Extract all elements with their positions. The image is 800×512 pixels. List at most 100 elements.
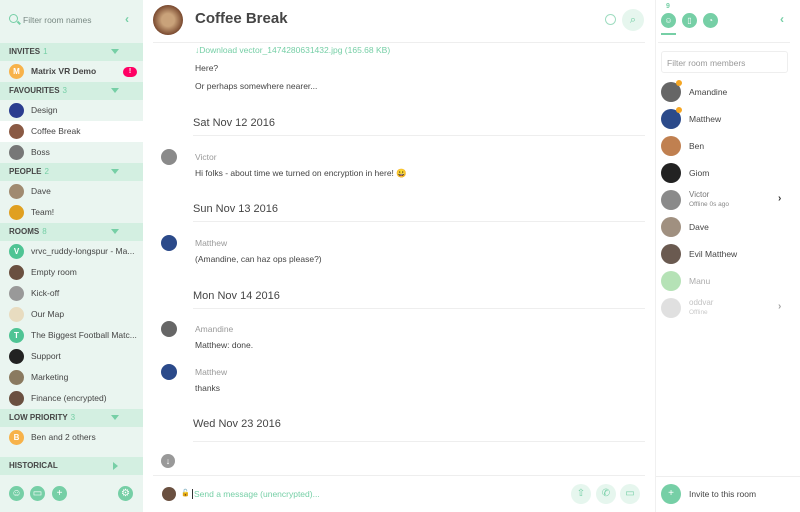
room-item[interactable]: Kick-off bbox=[0, 283, 143, 304]
sender-name[interactable]: Amandine bbox=[195, 324, 233, 334]
member-name: Evil Matthew bbox=[689, 249, 738, 259]
member-item[interactable]: Matthew bbox=[656, 106, 800, 133]
section-header-rooms[interactable]: ROOMS 8 bbox=[0, 223, 143, 241]
room-name: Our Map bbox=[31, 309, 65, 319]
room-item[interactable]: Our Map bbox=[0, 304, 143, 325]
room-item[interactable]: M Matrix VR Demo! bbox=[0, 61, 143, 82]
member-status: Offline 0s ago bbox=[689, 201, 729, 208]
member-name: oddvar bbox=[689, 298, 714, 307]
section-header-favourites[interactable]: FAVOURITES 3 bbox=[0, 82, 143, 100]
sender-avatar[interactable] bbox=[161, 235, 177, 251]
member-item[interactable]: Victor Offline 0s ago › bbox=[656, 187, 800, 214]
unencrypted-lock-icon: 🔓 bbox=[181, 490, 190, 497]
room-settings-icon[interactable] bbox=[605, 14, 616, 25]
collapse-left-icon[interactable]: ‹ bbox=[125, 12, 129, 26]
room-avatar[interactable] bbox=[153, 5, 183, 35]
member-name: Amandine bbox=[689, 87, 728, 97]
room-name: Boss bbox=[31, 147, 50, 157]
invite-divider bbox=[656, 476, 800, 477]
sender-avatar[interactable] bbox=[161, 321, 177, 337]
member-item[interactable]: oddvar Offline › bbox=[656, 295, 800, 322]
room-avatar bbox=[9, 184, 24, 199]
room-list-panel: Filter room names ‹ INVITES 1 M Matrix VR D… bbox=[0, 0, 143, 512]
sender-avatar[interactable] bbox=[161, 364, 177, 380]
section-header-people[interactable]: PEOPLE 2 bbox=[0, 163, 143, 181]
member-item[interactable]: Amandine bbox=[656, 79, 800, 106]
room-name: Coffee Break bbox=[31, 126, 81, 136]
member-item[interactable]: Ben bbox=[656, 133, 800, 160]
sender-name[interactable]: Victor bbox=[195, 152, 217, 162]
room-name: vrvc_ruddy-longspur - Ma... bbox=[31, 246, 135, 256]
section-count: 2 bbox=[44, 167, 49, 176]
room-avatar: B bbox=[9, 430, 24, 445]
section-title: FAVOURITES bbox=[9, 86, 60, 95]
room-item[interactable]: Boss bbox=[0, 142, 143, 163]
section-header-historical[interactable]: HISTORICAL bbox=[0, 457, 143, 475]
sender-name[interactable]: Matthew bbox=[195, 367, 227, 377]
notifications-tab-icon[interactable]: ◔ bbox=[703, 13, 718, 28]
room-name: Design bbox=[31, 105, 58, 115]
settings-icon[interactable]: ⚙ bbox=[118, 486, 133, 501]
chevron-down-icon[interactable] bbox=[111, 49, 119, 54]
member-avatar bbox=[661, 298, 681, 318]
room-item[interactable]: Empty room bbox=[0, 262, 143, 283]
room-name: Marketing bbox=[31, 372, 69, 382]
search-icon bbox=[9, 14, 18, 23]
member-filter-input[interactable]: Filter room members bbox=[661, 51, 788, 73]
room-item[interactable]: Coffee Break bbox=[0, 121, 143, 142]
member-item[interactable]: Dave bbox=[656, 214, 800, 241]
chevron-down-icon[interactable] bbox=[111, 88, 119, 93]
room-directory-icon[interactable]: ▭ bbox=[30, 486, 45, 501]
room-filter[interactable]: Filter room names ‹ bbox=[0, 8, 143, 34]
chevron-down-icon[interactable] bbox=[111, 229, 119, 234]
member-name: Victor bbox=[689, 190, 710, 199]
sender-name[interactable]: Matthew bbox=[195, 238, 227, 248]
chevron-down-icon[interactable] bbox=[111, 415, 119, 420]
room-avatar bbox=[9, 265, 24, 280]
member-item[interactable]: Giom bbox=[656, 160, 800, 187]
download-link[interactable]: ↓Download vector_1474280631432.jpg (165.… bbox=[195, 45, 390, 55]
room-item[interactable]: Dave bbox=[0, 181, 143, 202]
member-item[interactable]: Evil Matthew bbox=[656, 241, 800, 268]
room-item[interactable]: Team! bbox=[0, 202, 143, 223]
invite-icon[interactable]: + bbox=[661, 484, 681, 504]
user-avatar bbox=[162, 487, 176, 501]
room-avatar bbox=[9, 124, 24, 139]
room-item[interactable]: Marketing bbox=[0, 367, 143, 388]
sender-avatar[interactable] bbox=[161, 149, 177, 165]
room-item[interactable]: Support bbox=[0, 346, 143, 367]
member-avatar bbox=[661, 271, 681, 291]
collapse-right-icon[interactable]: ‹ bbox=[780, 12, 784, 26]
jump-to-bottom-icon[interactable]: ↓ bbox=[161, 454, 175, 468]
member-count: 9 bbox=[666, 3, 670, 10]
files-tab-icon[interactable]: ▯ bbox=[682, 13, 697, 28]
room-name: Support bbox=[31, 351, 61, 361]
section-header-invites[interactable]: INVITES 1 bbox=[0, 43, 143, 61]
room-item[interactable]: Design bbox=[0, 100, 143, 121]
upload-file-icon[interactable]: ⇧ bbox=[571, 484, 591, 504]
room-item[interactable]: B Ben and 2 others bbox=[0, 427, 143, 448]
room-name: The Biggest Football Matc... bbox=[31, 330, 137, 340]
room-item[interactable]: Vvrvc_ruddy-longspur - Ma... bbox=[0, 241, 143, 262]
voice-call-icon[interactable]: ✆ bbox=[596, 484, 616, 504]
search-icon[interactable]: ⌕ bbox=[622, 9, 644, 31]
room-filter-input[interactable]: Filter room names bbox=[23, 15, 92, 25]
member-item[interactable]: Manu bbox=[656, 268, 800, 295]
chevron-down-icon[interactable] bbox=[111, 169, 119, 174]
create-room-icon[interactable]: + bbox=[52, 486, 67, 501]
invite-button[interactable]: Invite to this room bbox=[689, 489, 756, 499]
chevron-right-icon[interactable] bbox=[113, 462, 118, 470]
chevron-right-icon[interactable]: › bbox=[778, 193, 781, 204]
room-item[interactable]: Finance (encrypted) bbox=[0, 388, 143, 409]
chevron-right-icon[interactable]: › bbox=[778, 301, 781, 312]
video-call-icon[interactable]: ▭ bbox=[620, 484, 640, 504]
start-chat-icon[interactable]: ☺ bbox=[9, 486, 24, 501]
members-tab-icon[interactable]: ☺ bbox=[661, 13, 676, 28]
room-title: Coffee Break bbox=[195, 10, 288, 27]
message-body: Hi folks - about time we turned on encry… bbox=[195, 168, 407, 178]
section-header-low-priority[interactable]: LOW PRIORITY 3 bbox=[0, 409, 143, 427]
room-item[interactable]: T The Biggest Football Matc... bbox=[0, 325, 143, 346]
message-composer-input[interactable]: Send a message (unencrypted)... bbox=[192, 489, 320, 499]
date-separator: Sun Nov 13 2016 bbox=[193, 203, 279, 215]
date-separator: Sat Nov 12 2016 bbox=[193, 117, 275, 129]
